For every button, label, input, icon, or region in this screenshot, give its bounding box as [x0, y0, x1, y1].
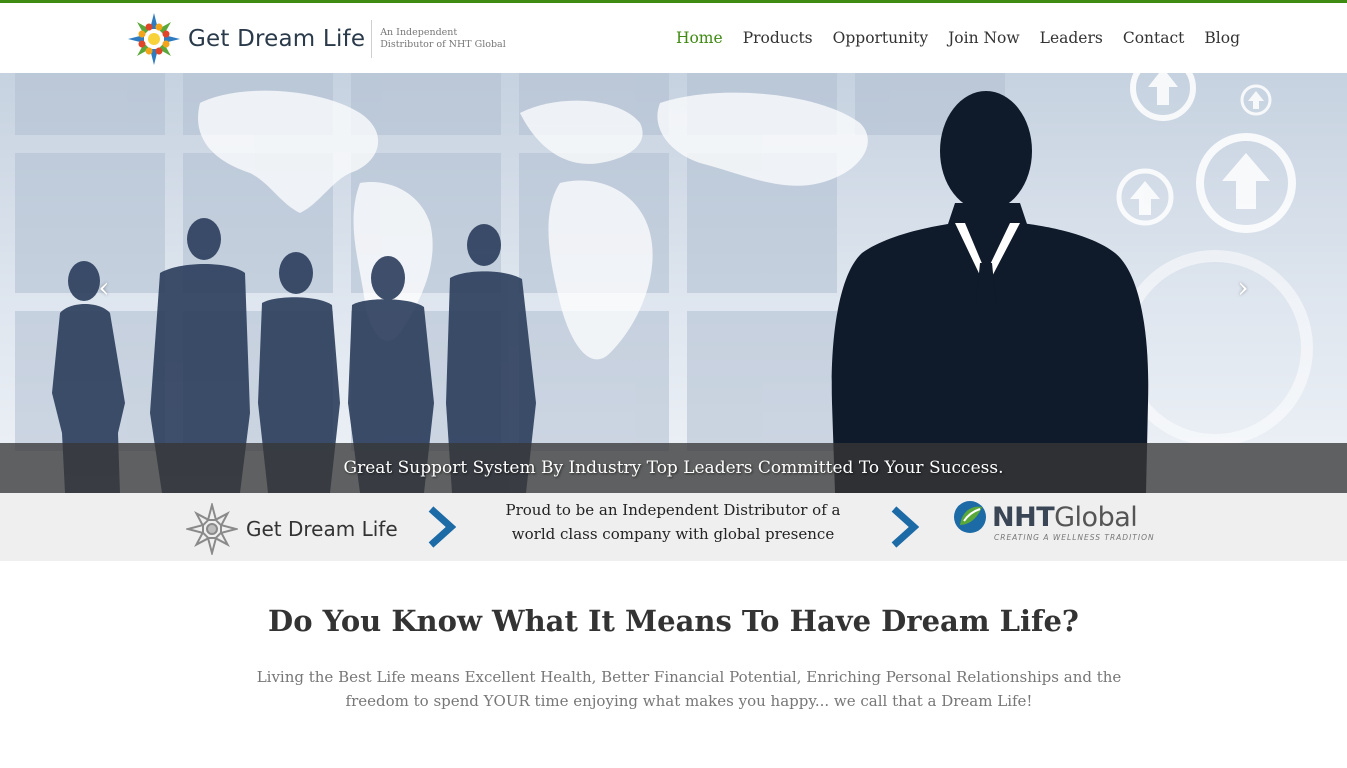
tagline-line-2: Distributor of NHT Global [380, 39, 506, 50]
nav-blog[interactable]: Blog [1204, 29, 1240, 47]
nav-opportunity[interactable]: Opportunity [833, 29, 928, 47]
brand-name: Get Dream Life [188, 26, 366, 52]
nav-contact[interactable]: Contact [1123, 29, 1185, 47]
dream-life-grey-logo-icon [186, 503, 238, 555]
slider-next-button[interactable]: › [1231, 273, 1255, 303]
nht-brand: NHT [992, 501, 1055, 533]
slider-prev-button[interactable]: ‹ [92, 273, 116, 303]
page-title: Do You Know What It Means To Have Dream … [268, 604, 1079, 638]
hero-slider: ‹ › Great Support System By Industry Top… [0, 73, 1347, 493]
distributor-statement: Proud to be an Independent Distributor o… [505, 501, 841, 543]
dream-life-logo-icon [128, 13, 180, 65]
hero-caption: Great Support System By Industry Top Lea… [343, 458, 1004, 478]
site-logo[interactable]: Get Dream Life An Independent Distributo… [126, 11, 506, 67]
logo-divider [371, 20, 373, 58]
chevron-right-icon [428, 506, 456, 548]
nht-leaf-icon [954, 501, 986, 533]
tagline-line-1: An Independent [380, 27, 458, 38]
nav-products[interactable]: Products [743, 29, 813, 47]
strip-brand-logo: Get Dream Life [186, 503, 398, 555]
site-header: Get Dream Life An Independent Distributo… [0, 0, 1347, 73]
main-nav: Home Products Opportunity Join Now Leade… [676, 29, 1240, 47]
nht-global-logo[interactable]: NHTGlobal CREATING A WELLNESS TRADITION [952, 499, 1155, 542]
distributor-banner: Get Dream Life Proud to be an Independen… [0, 493, 1347, 561]
executive-silhouette [831, 91, 1149, 493]
chevron-left-icon: ‹ [98, 271, 110, 304]
chevron-right-icon [891, 506, 919, 548]
nav-join-now[interactable]: Join Now [948, 29, 1020, 47]
hero-image [15, 73, 1313, 493]
strip-brand-name: Get Dream Life [246, 517, 398, 541]
chevron-right-icon: › [1237, 271, 1249, 304]
nav-leaders[interactable]: Leaders [1040, 29, 1103, 47]
nht-tagline: CREATING A WELLNESS TRADITION [994, 533, 1155, 542]
brand-tagline: An Independent Distributor of NHT Global [380, 27, 506, 51]
hero-caption-bar: Great Support System By Industry Top Lea… [0, 443, 1347, 493]
nht-global-text: Global [1054, 501, 1138, 533]
nav-home[interactable]: Home [676, 29, 723, 47]
intro-paragraph: Living the Best Life means Excellent Hea… [256, 668, 1122, 710]
